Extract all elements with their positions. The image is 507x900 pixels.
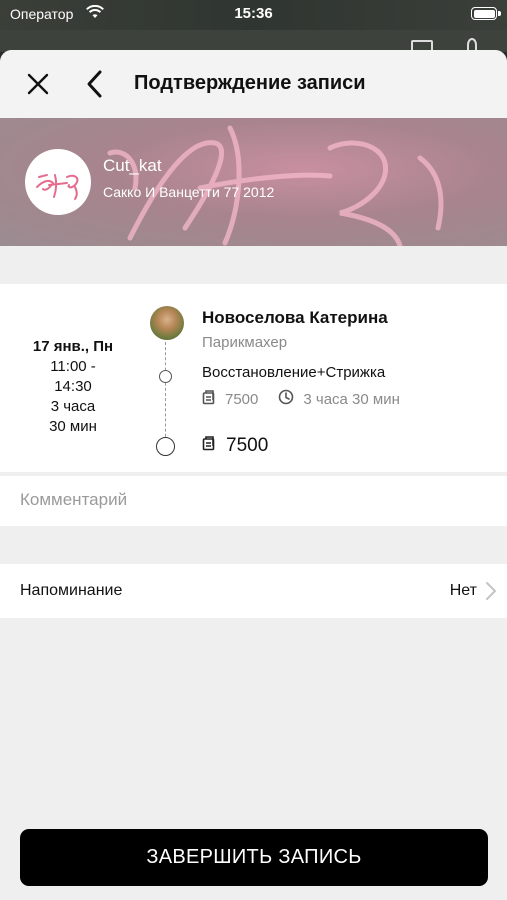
clock-time: 15:36 [234, 5, 273, 22]
close-icon[interactable] [24, 70, 52, 98]
total-price: 7500 [226, 435, 269, 456]
clock-icon [278, 389, 303, 409]
service-name: Восстановление+Стрижка [202, 364, 386, 381]
booking-date: 17 янв., Пн [32, 338, 114, 355]
nav-bar: Подтверждение записи [0, 50, 507, 118]
total-dot [156, 437, 175, 456]
back-icon[interactable] [82, 68, 110, 100]
service-price: 7500 [225, 390, 259, 408]
booking-duration-hours: 3 часа [50, 398, 96, 415]
booking-duration-minutes: 30 мин [49, 418, 97, 435]
page-title: Подтверждение записи [134, 72, 366, 94]
booking-time-start: 11:00 - [50, 358, 96, 375]
master-avatar [150, 306, 184, 340]
master-name: Новоселова Катерина [202, 308, 388, 327]
battery-cap [498, 11, 501, 16]
booking-time-end: 14:30 [54, 378, 92, 395]
timeline [150, 306, 184, 476]
timeline-dashed-line [165, 342, 166, 452]
booking-datetime: 17 янв., Пн 11:00 - 14:30 3 часа 30 мин [18, 337, 128, 437]
reminder-row[interactable]: Напоминание Нет [0, 564, 507, 618]
salon-address: Сакко И Ванцетти 77 2012 [103, 184, 275, 200]
chevron-right-icon [485, 581, 497, 606]
comment-placeholder: Комментарий [20, 490, 128, 509]
price-tag-icon [202, 435, 226, 457]
service-duration: 3 часа 30 мин [303, 390, 400, 408]
salon-header: Cut_kat Сакко И Ванцетти 77 2012 [0, 118, 507, 246]
salon-name: Cut_kat [103, 156, 162, 175]
master-role: Парикмахер [202, 334, 288, 351]
finish-booking-button[interactable]: ЗАВЕРШИТЬ ЗАПИСЬ [20, 829, 488, 886]
service-dot [159, 370, 172, 383]
reminder-label: Напоминание [20, 582, 123, 599]
booking-summary-card: 17 янв., Пн 11:00 - 14:30 3 часа 30 мин … [0, 284, 507, 472]
booking-total: 7500 [202, 435, 268, 457]
status-bar: Оператор 15:36 [0, 0, 507, 30]
background-app-strip [0, 30, 507, 54]
battery-icon [471, 7, 497, 20]
service-duration-group: 3 часа 30 мин [278, 389, 400, 409]
service-meta: 7500 3 часа 30 мин [202, 389, 400, 409]
reminder-value: Нет [449, 582, 477, 599]
comment-field[interactable]: Комментарий [0, 476, 507, 526]
price-tag-icon [202, 389, 225, 409]
salon-logo [25, 149, 91, 215]
booking-confirmation-sheet: Подтверждение записи Cut_kat Сакко И Ван… [0, 50, 507, 900]
